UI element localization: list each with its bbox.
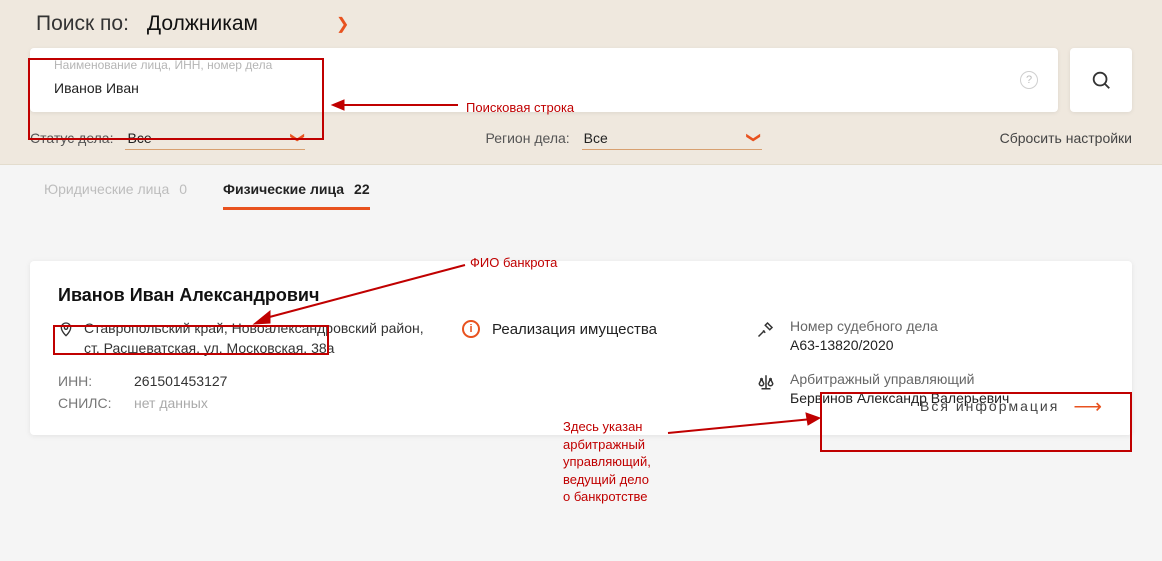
chevron-down-icon: ❯ xyxy=(745,132,762,144)
tab-legal-entities[interactable]: Юридические лица 0 xyxy=(44,181,187,210)
tab-legal-count: 0 xyxy=(179,181,187,200)
debtor-address: Ставропольский край, Новоалександровский… xyxy=(84,318,438,359)
case-number-value: А63-13820/2020 xyxy=(790,337,938,353)
reset-filters-link[interactable]: Сбросить настройки xyxy=(1000,130,1132,146)
chevron-down-icon: ❯ xyxy=(289,132,306,144)
tabs: Юридические лица 0 Физические лица 22 xyxy=(0,165,1162,211)
inn-label: ИНН: xyxy=(58,373,114,389)
manager-label: Арбитражный управляющий xyxy=(790,371,1009,387)
search-by-label: Поиск по: xyxy=(36,12,129,36)
card-mid-col: i Реализация имущества xyxy=(462,318,732,417)
address-row: Ставропольский край, Новоалександровский… xyxy=(58,318,438,359)
more-info-label: Вся информация xyxy=(920,398,1059,414)
case-status: Реализация имущества xyxy=(492,321,657,338)
filter-region: Регион дела: Все ❯ xyxy=(485,126,761,150)
inn-value: 261501453127 xyxy=(134,373,227,389)
search-panel: Поиск по: Должникам ❯ Наименование лица,… xyxy=(0,0,1162,165)
tab-legal-label: Юридические лица xyxy=(44,181,169,200)
card-left-col: Ставропольский край, Новоалександровский… xyxy=(58,318,438,417)
filter-status-value: Все xyxy=(127,130,151,146)
filter-status-label: Статус дела: xyxy=(30,130,113,146)
gavel-icon xyxy=(756,318,776,353)
debtor-name[interactable]: Иванов Иван Александрович xyxy=(58,285,1104,306)
filter-status: Статус дела: Все ❯ xyxy=(30,126,305,150)
map-pin-icon xyxy=(58,320,74,343)
tab-individuals[interactable]: Физические лица 22 xyxy=(223,181,370,210)
filter-status-select[interactable]: Все ❯ xyxy=(125,126,305,150)
result-card: Иванов Иван Александрович Ставропольский… xyxy=(30,261,1132,435)
arrow-right-icon: ⟶ xyxy=(1073,394,1104,419)
search-row: Наименование лица, ИНН, номер дела ? xyxy=(30,48,1132,112)
chevron-down-icon[interactable]: ❯ xyxy=(336,14,349,34)
search-icon xyxy=(1090,69,1112,91)
filters-row: Статус дела: Все ❯ Регион дела: Все ❯ Сб… xyxy=(30,126,1132,150)
search-input-placeholder: Наименование лица, ИНН, номер дела xyxy=(54,58,272,72)
tab-individual-count: 22 xyxy=(354,181,370,197)
filter-region-value: Все xyxy=(584,130,608,146)
search-by-category[interactable]: Должникам xyxy=(147,12,258,36)
scales-icon xyxy=(756,371,776,406)
filter-region-select[interactable]: Все ❯ xyxy=(582,126,762,150)
inn-row: ИНН: 261501453127 xyxy=(58,373,438,389)
more-info-link[interactable]: Вся информация ⟶ xyxy=(920,394,1104,419)
snils-value: нет данных xyxy=(134,395,208,411)
case-number-label: Номер судебного дела xyxy=(790,318,938,334)
filter-region-label: Регион дела: xyxy=(485,130,569,146)
tab-individual-label: Физические лица xyxy=(223,181,344,197)
case-number-block: Номер судебного дела А63-13820/2020 xyxy=(756,318,1104,353)
search-by-row: Поиск по: Должникам ❯ xyxy=(30,8,1132,48)
case-status-row: i Реализация имущества xyxy=(462,320,732,338)
info-icon: i xyxy=(462,320,480,338)
snils-label: СНИЛС: xyxy=(58,395,114,411)
search-button[interactable] xyxy=(1070,48,1132,112)
snils-row: СНИЛС: нет данных xyxy=(58,395,438,411)
help-icon[interactable]: ? xyxy=(1020,71,1038,89)
search-input-wrap[interactable]: Наименование лица, ИНН, номер дела ? xyxy=(30,48,1058,112)
search-input[interactable] xyxy=(54,80,1010,96)
